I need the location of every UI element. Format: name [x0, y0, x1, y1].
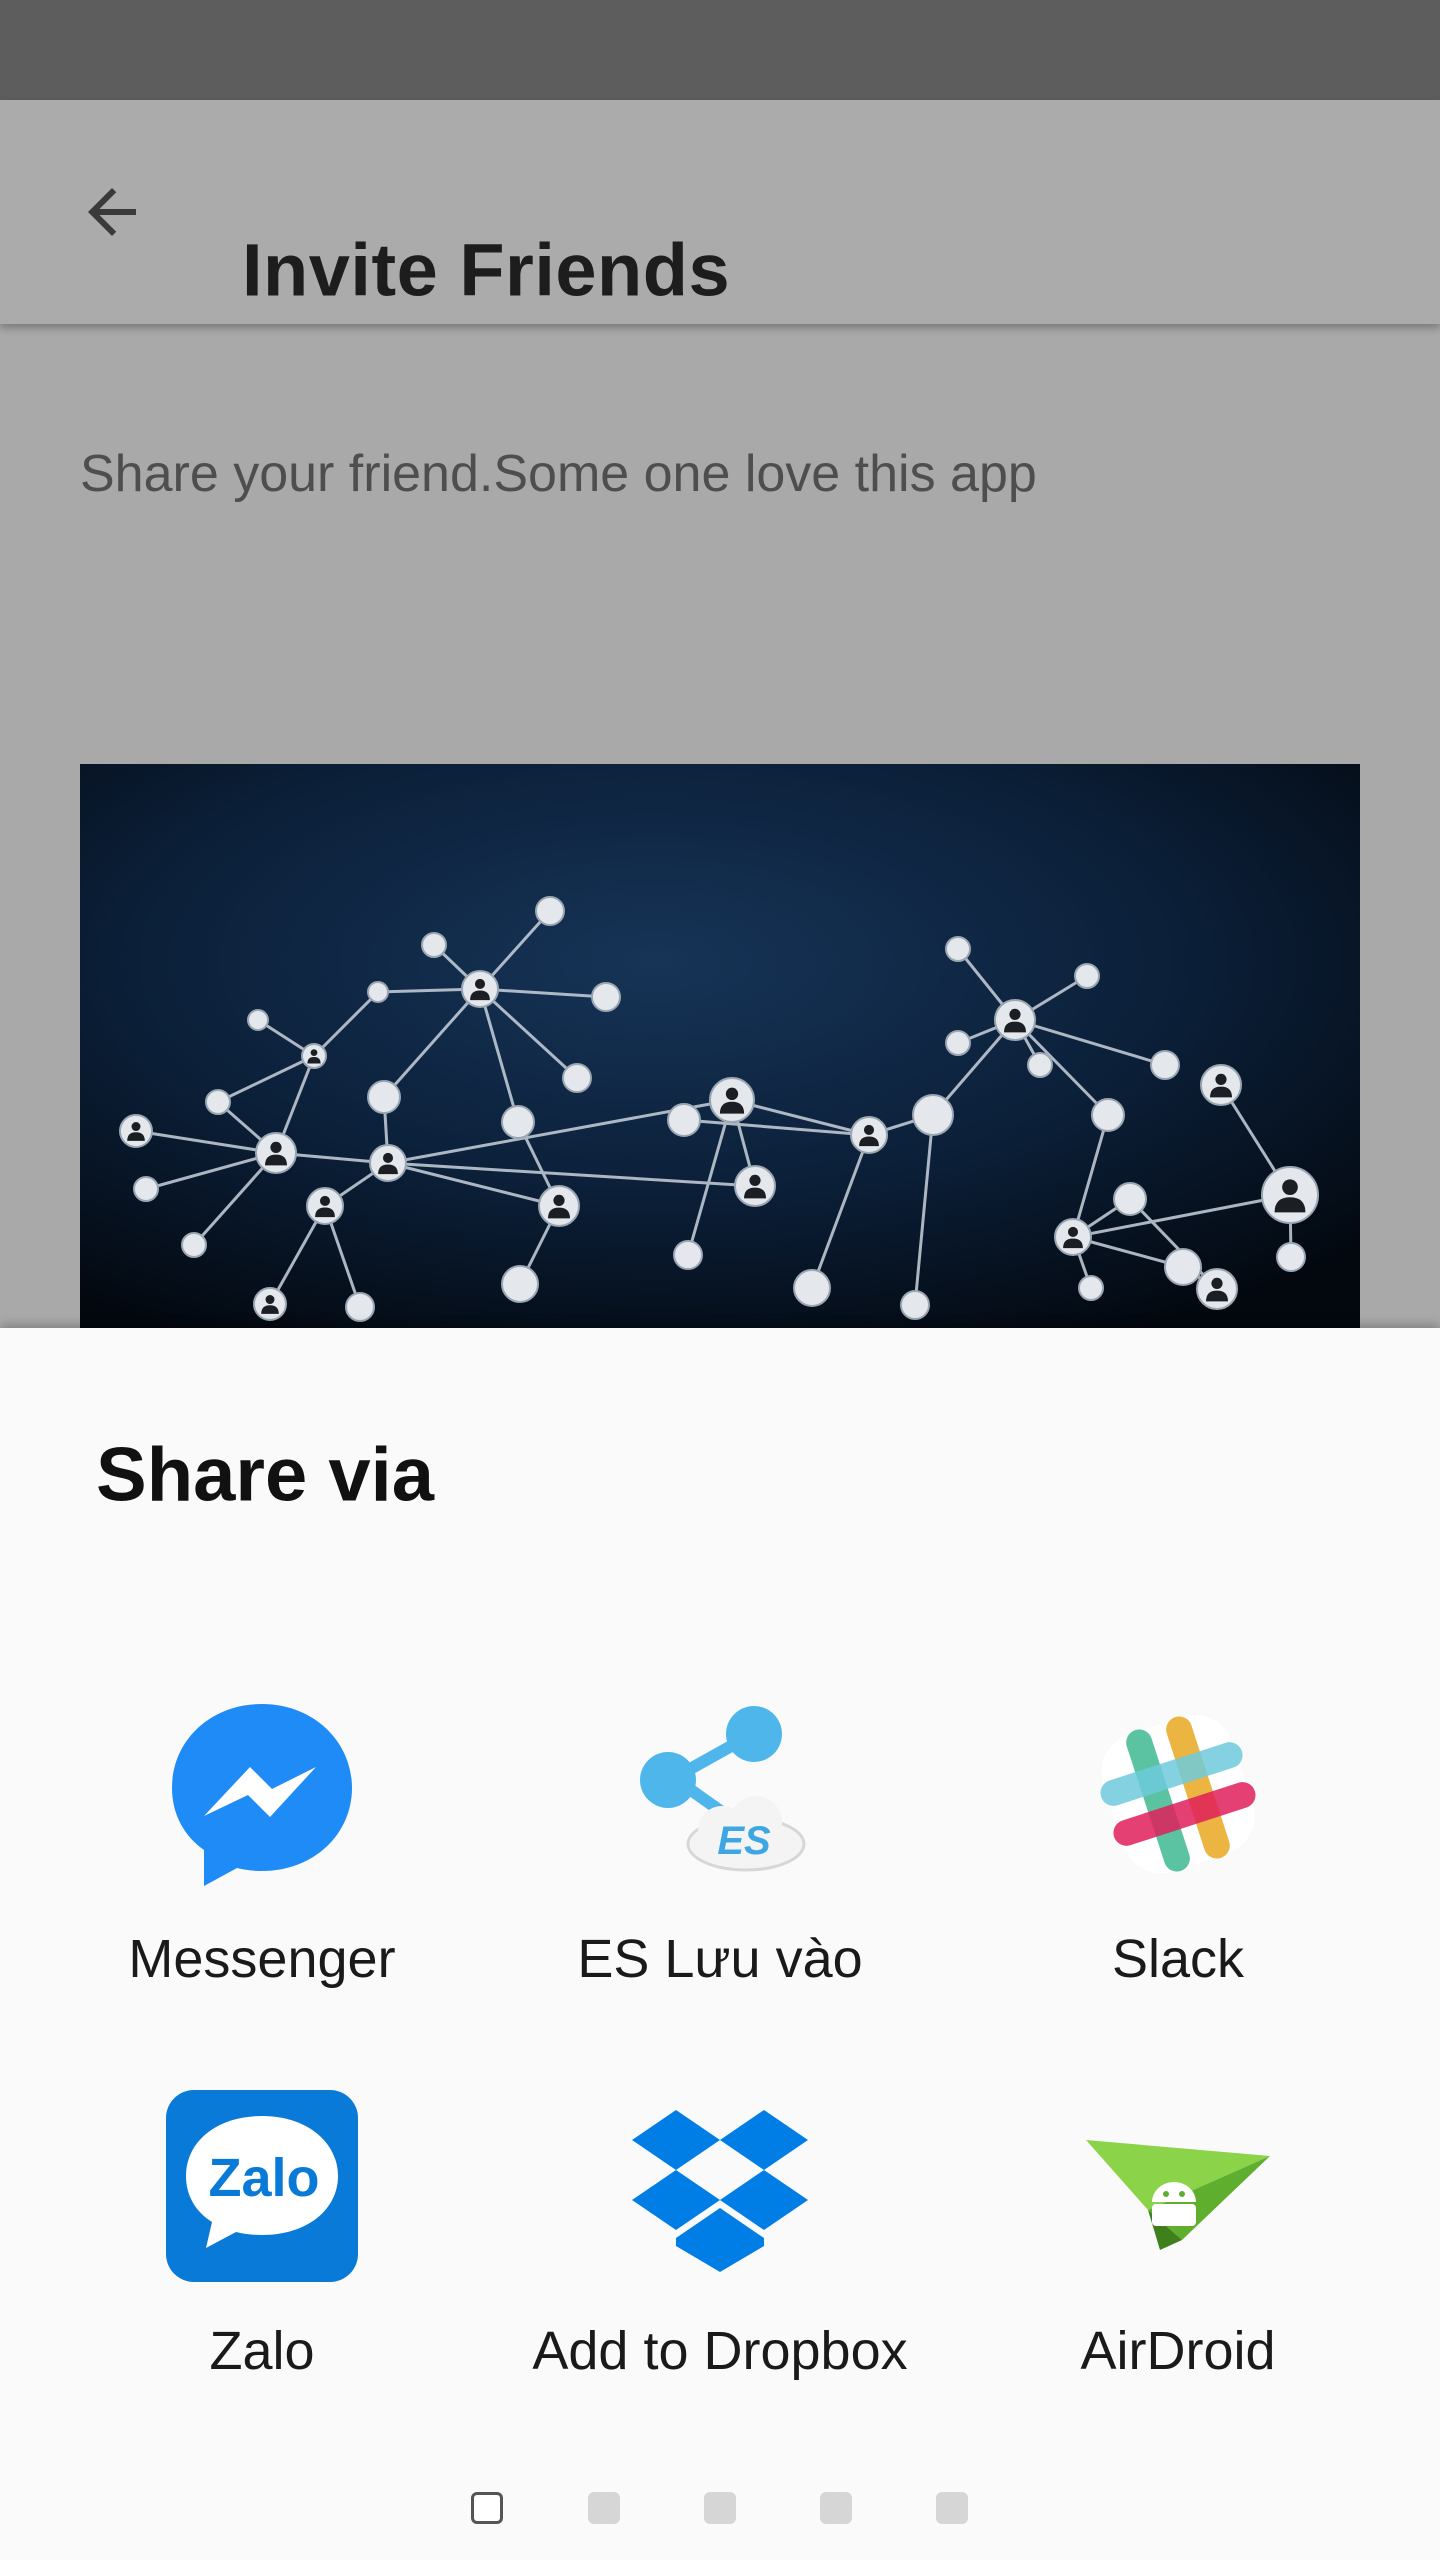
page-title: Invite Friends — [242, 228, 731, 312]
network-person-node — [255, 1132, 297, 1174]
app-label: AirDroid — [1080, 2321, 1276, 2381]
network-node — [945, 1030, 971, 1056]
share-sheet-title: Share via — [96, 1432, 434, 1518]
network-node — [181, 1232, 207, 1258]
network-node — [421, 932, 447, 958]
network-node — [1078, 1275, 1104, 1301]
network-node — [673, 1240, 703, 1270]
zalo-icon: Zalo — [166, 2090, 358, 2282]
network-node — [535, 896, 565, 926]
network-node — [501, 1105, 535, 1139]
svg-text:Zalo: Zalo — [208, 2148, 319, 2208]
slack-icon — [1082, 1698, 1274, 1890]
network-node — [667, 1103, 701, 1137]
app-label: Add to Dropbox — [532, 2321, 908, 2381]
share-target-airdroid[interactable]: AirDroid — [958, 2090, 1398, 2430]
network-node — [367, 1080, 401, 1114]
network-node — [562, 1063, 592, 1093]
network-person-node — [1261, 1166, 1319, 1224]
network-node — [1113, 1182, 1147, 1216]
network-person-node — [301, 1043, 327, 1069]
network-person-node — [369, 1144, 407, 1182]
network-person-node — [850, 1116, 888, 1154]
page-dot-5[interactable] — [936, 2492, 968, 2524]
network-person-node — [253, 1287, 287, 1321]
page-dot-3[interactable] — [704, 2492, 736, 2524]
network-node — [912, 1094, 954, 1136]
network-person-node — [1200, 1064, 1242, 1106]
es-share-icon: ES — [624, 1698, 816, 1890]
page-indicator — [0, 2490, 1440, 2530]
svg-text:ES: ES — [717, 1819, 771, 1863]
share-target-slack[interactable]: Slack — [958, 1698, 1398, 2038]
network-node — [900, 1290, 930, 1320]
network-node — [591, 982, 621, 1012]
arrow-left-icon — [88, 188, 136, 236]
app-label: Slack — [1111, 1929, 1245, 1989]
share-target-messenger[interactable]: Messenger — [42, 1698, 482, 2038]
network-node — [1074, 963, 1100, 989]
network-person-node — [538, 1185, 580, 1227]
network-node — [205, 1089, 231, 1115]
share-sheet: Share via Messenger ES ES Lưu vào Slack … — [0, 1328, 1440, 2560]
content-area: Share your friend.Some one love this app — [0, 324, 1440, 1328]
app-label: Messenger — [128, 1929, 396, 1989]
network-node — [1164, 1248, 1202, 1286]
network-node — [247, 1009, 269, 1031]
back-button[interactable] — [56, 164, 168, 260]
network-person-node — [119, 1114, 153, 1148]
network-node — [1027, 1052, 1053, 1078]
page-dot-2[interactable] — [588, 2492, 620, 2524]
dropbox-icon — [624, 2090, 816, 2282]
share-target-es[interactable]: ES ES Lưu vào — [500, 1698, 940, 2038]
network-person-node — [306, 1187, 344, 1225]
network-node — [501, 1265, 539, 1303]
network-node — [133, 1176, 159, 1202]
network-person-node — [709, 1077, 755, 1123]
intro-text: Share your friend.Some one love this app — [80, 445, 1037, 503]
airdroid-icon — [1082, 2090, 1274, 2282]
app-label: Zalo — [209, 2321, 315, 2381]
network-person-node — [1196, 1268, 1238, 1310]
app-label: ES Lưu vào — [577, 1929, 863, 1989]
page-dot-4[interactable] — [820, 2492, 852, 2524]
network-node — [793, 1269, 831, 1307]
social-network-image — [80, 764, 1360, 1328]
network-person-node — [1054, 1218, 1092, 1256]
network-node — [345, 1292, 375, 1322]
network-person-node — [734, 1165, 776, 1207]
app-bar: Invite Friends — [0, 100, 1440, 324]
network-node — [945, 936, 971, 962]
network-node — [1276, 1242, 1306, 1272]
page-dot-1[interactable] — [471, 2492, 503, 2524]
network-person-node — [994, 999, 1036, 1041]
network-node — [1150, 1050, 1180, 1080]
status-bar — [0, 0, 1440, 100]
share-target-dropbox[interactable]: Add to Dropbox — [500, 2090, 940, 2430]
share-target-zalo[interactable]: Zalo Zalo — [42, 2090, 482, 2430]
network-person-node — [461, 970, 499, 1008]
network-node — [367, 981, 389, 1003]
messenger-icon — [166, 1698, 358, 1890]
network-node — [1091, 1098, 1125, 1132]
